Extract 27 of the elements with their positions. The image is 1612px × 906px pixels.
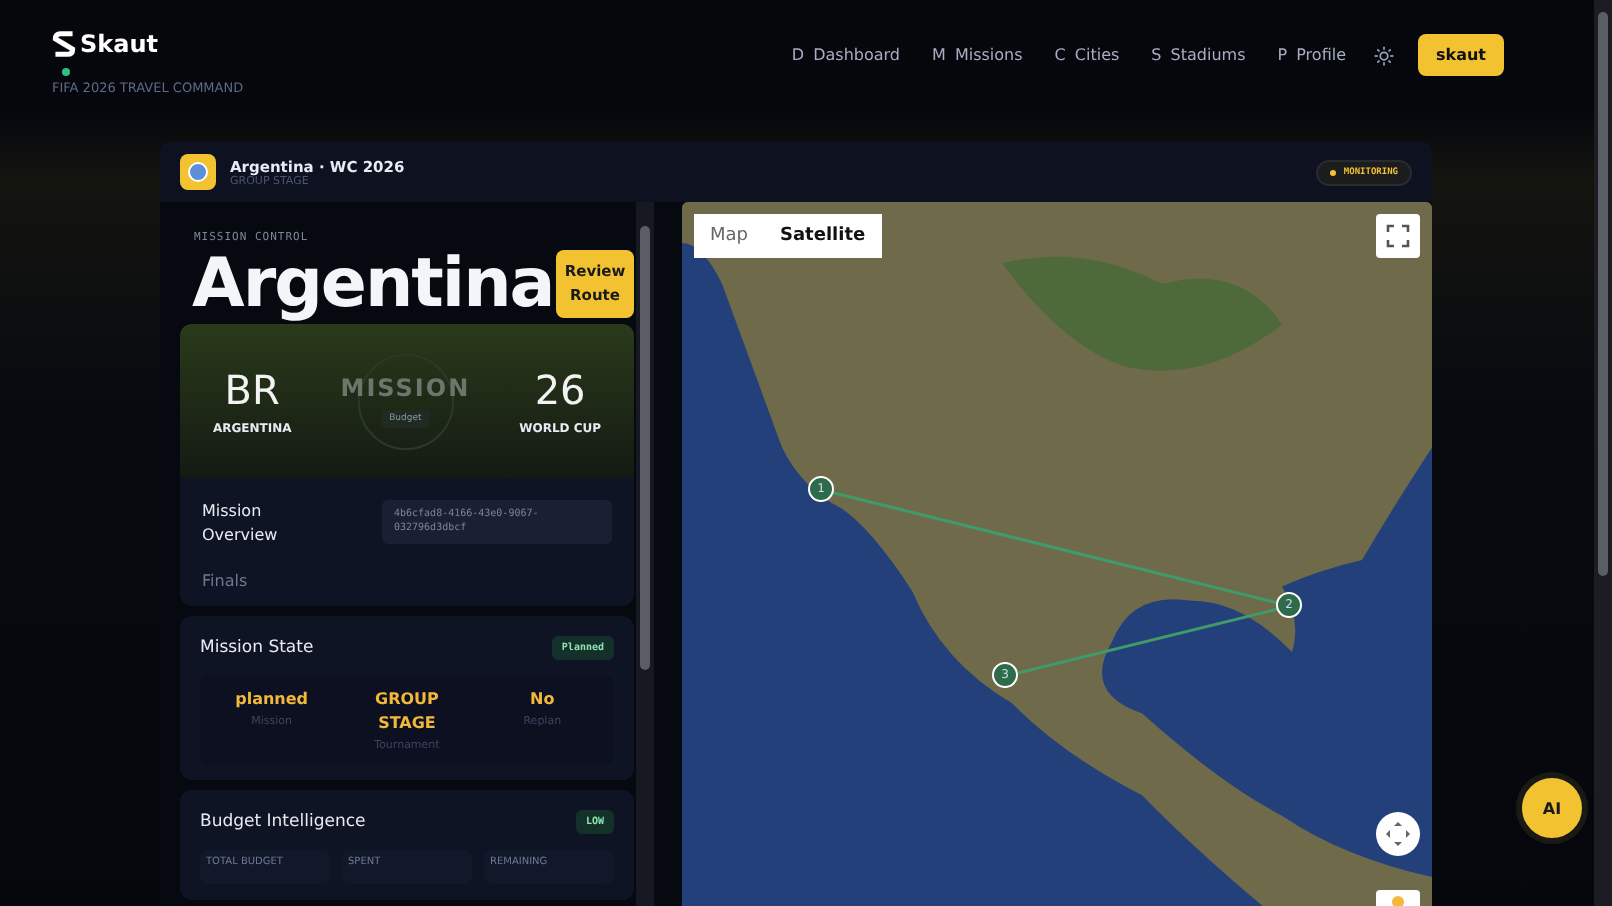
nav-link[interactable]: C Cities bbox=[1054, 46, 1120, 64]
logo-icon bbox=[52, 30, 76, 58]
overview-label: Mission Overview bbox=[202, 500, 280, 548]
section-title: Budget Intelligence bbox=[200, 812, 366, 832]
nav-link[interactable]: S Stadiums bbox=[1151, 46, 1246, 64]
team-heading: Argentina bbox=[192, 244, 554, 324]
team-code: BR bbox=[224, 366, 280, 414]
nav-link[interactable]: M Missions bbox=[932, 46, 1023, 64]
page-scrollbar[interactable] bbox=[1594, 0, 1612, 906]
mission-watermark: MISSION bbox=[340, 374, 471, 402]
event-code: 26 bbox=[534, 366, 586, 414]
scrollbar[interactable] bbox=[636, 202, 654, 906]
brand-name: Skaut bbox=[80, 30, 158, 58]
fullscreen-button[interactable] bbox=[1376, 214, 1420, 258]
user-button[interactable]: skaut bbox=[1418, 34, 1504, 76]
sun-icon[interactable] bbox=[1374, 45, 1394, 65]
ai-assistant-button[interactable]: AI bbox=[1516, 772, 1588, 844]
stat-value: planned bbox=[233, 688, 311, 712]
stat-value: No bbox=[528, 688, 557, 712]
move-arrows-icon bbox=[1384, 820, 1412, 848]
stage-text: Finals bbox=[202, 572, 250, 590]
section-title: Mission State bbox=[200, 638, 314, 658]
stat-value: GROUP STAGE bbox=[373, 688, 441, 736]
status-dot-icon bbox=[62, 68, 70, 76]
nav-link[interactable]: P Profile bbox=[1277, 46, 1346, 64]
nav-link[interactable]: D Dashboard bbox=[791, 46, 900, 64]
fullscreen-icon bbox=[1386, 224, 1410, 248]
